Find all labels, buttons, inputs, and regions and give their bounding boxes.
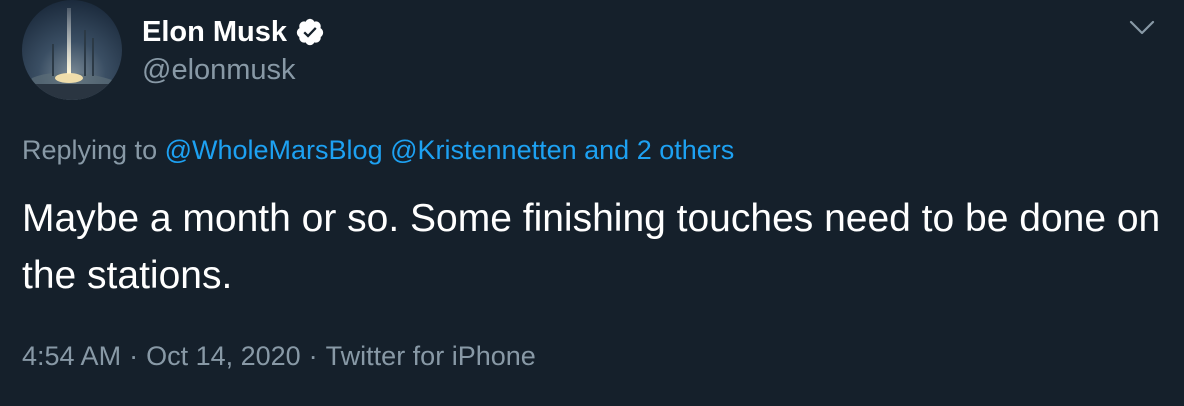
verified-badge-icon bbox=[296, 18, 324, 46]
replying-to-line: Replying to @WholeMarsBlog @Kristennette… bbox=[22, 132, 734, 168]
replying-to-label: Replying to bbox=[22, 135, 158, 165]
author-handle[interactable]: @elonmusk bbox=[142, 52, 296, 88]
chevron-down-icon bbox=[1129, 20, 1155, 35]
mention-link[interactable]: @Kristennetten bbox=[390, 135, 577, 165]
mention-link[interactable]: @WholeMarsBlog bbox=[165, 135, 383, 165]
meta-separator: · bbox=[308, 341, 318, 371]
tweet-date[interactable]: Oct 14, 2020 bbox=[146, 341, 301, 371]
others-link[interactable]: and 2 others bbox=[584, 135, 734, 165]
tweet-card: Elon Musk @elonmusk Replying to @WholeMa… bbox=[0, 0, 1184, 406]
author-display-name[interactable]: Elon Musk bbox=[142, 14, 287, 50]
tweet-time[interactable]: 4:54 AM bbox=[22, 341, 121, 371]
author-name-row: Elon Musk bbox=[142, 14, 325, 50]
tweet-text: Maybe a month or so. Some finishing touc… bbox=[22, 197, 1161, 297]
tweet-meta: 4:54 AM · Oct 14, 2020 · Twitter for iPhone bbox=[22, 338, 536, 374]
tweet-menu-button[interactable] bbox=[1128, 14, 1156, 42]
meta-separator: · bbox=[129, 341, 139, 371]
avatar[interactable] bbox=[22, 0, 122, 100]
tweet-source[interactable]: Twitter for iPhone bbox=[326, 341, 536, 371]
rocket-launch-image bbox=[22, 0, 122, 100]
